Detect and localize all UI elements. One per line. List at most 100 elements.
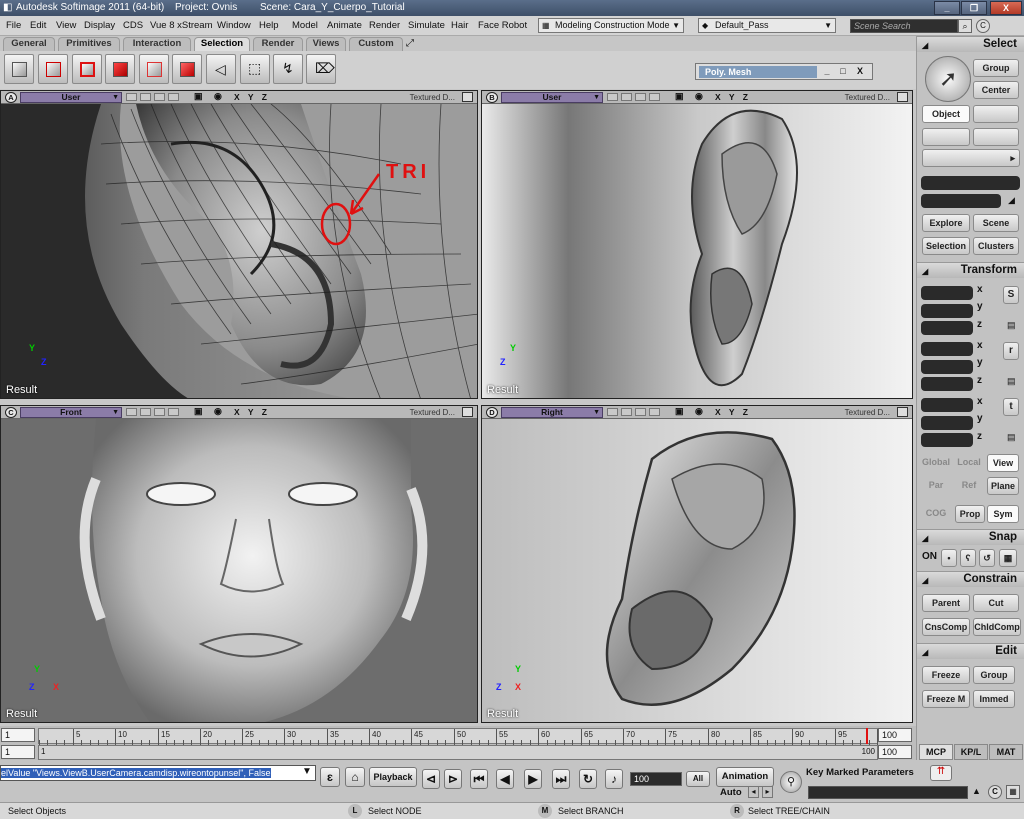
script-editor-icon[interactable]: ɛ [320, 767, 340, 787]
viewport-c[interactable]: C Front ▼ ▣ ◉ X Y Z Textured D... Y Z X R… [0, 405, 478, 723]
scale-x-field[interactable] [921, 286, 973, 300]
viewport-a-axes[interactable]: X Y Z [234, 92, 270, 102]
rotate-z-field[interactable] [921, 377, 973, 391]
translate-z-label[interactable]: z [977, 431, 982, 442]
timeline-ruler[interactable]: 5 10 15 20 25 30 35 40 45 50 55 60 65 70 75 80 85 90 95 [38, 728, 878, 745]
camera-icon[interactable]: ▣ [675, 406, 684, 417]
scale-y-field[interactable] [921, 304, 973, 318]
translate-x-field[interactable] [921, 398, 973, 412]
menu-render[interactable]: Render [369, 20, 400, 31]
parent-button[interactable]: Parent [922, 594, 970, 612]
viewport-c-display-mode[interactable]: Textured D... [410, 408, 455, 417]
menu-face-robot[interactable]: Face Robot [478, 20, 527, 31]
clear-search-icon[interactable]: C [976, 19, 990, 33]
viewport-d-memo-2[interactable] [621, 408, 632, 416]
minimize-button[interactable]: _ [934, 1, 960, 15]
chevron-down-icon[interactable]: ▼ [302, 766, 312, 777]
menu-model[interactable]: Model [292, 20, 318, 31]
audio-icon[interactable]: ♪ [605, 769, 623, 789]
viewport-b-memo-1[interactable] [607, 93, 618, 101]
select-raycast-tool[interactable] [139, 54, 169, 84]
menu-file[interactable]: File [6, 20, 21, 31]
ref-button[interactable]: Ref [953, 477, 985, 495]
maximize-button[interactable]: ❐ [961, 1, 987, 15]
freeze-button[interactable]: Freeze [922, 666, 970, 684]
viewport-b-camera-menu[interactable]: User ▼ [501, 92, 603, 103]
edit-section-header[interactable]: ◢ Edit [917, 643, 1024, 659]
tab-render[interactable]: Render [253, 37, 303, 51]
rotate-y-field[interactable] [921, 360, 973, 374]
select-object-tool[interactable] [4, 54, 34, 84]
rotate-z-label[interactable]: z [977, 375, 982, 386]
group-select-button[interactable]: Group [973, 59, 1019, 77]
select-freeform-tool[interactable]: ⌦ [306, 54, 336, 84]
viewport-d[interactable]: D Right ▼ ▣ ◉ X Y Z Textured D... Y Z X R… [481, 405, 913, 723]
select-arrow-tool[interactable]: ◁ [206, 54, 236, 84]
viewport-c-memo-3[interactable] [154, 408, 165, 416]
eye-icon[interactable]: ◉ [214, 406, 222, 417]
translate-x-label[interactable]: x [977, 396, 983, 407]
viewport-a-memo-4[interactable] [168, 93, 179, 101]
translate-y-label[interactable]: y [977, 413, 983, 424]
viewport-a-memo-2[interactable] [140, 93, 151, 101]
group-button[interactable]: Group [973, 666, 1015, 684]
menu-animate[interactable]: Animate [327, 20, 362, 31]
viewport-a-memo-3[interactable] [154, 93, 165, 101]
loop-icon[interactable]: ↻ [579, 769, 597, 789]
snap-curves-icon[interactable]: ʕ [960, 549, 976, 567]
viewport-b-memo-4[interactable] [649, 93, 660, 101]
pass-dropdown[interactable]: ◆ Default_Pass ▼ [698, 18, 836, 33]
select-filter-2[interactable] [973, 128, 1019, 146]
scale-y-label[interactable]: y [977, 301, 983, 312]
sym-button[interactable]: Sym [987, 505, 1019, 523]
menu-edit[interactable]: Edit [30, 20, 46, 31]
menu-window[interactable]: Window [217, 20, 251, 31]
menu-simulate[interactable]: Simulate [408, 20, 445, 31]
viewport-c-memo-2[interactable] [140, 408, 151, 416]
timeline-range-end-field[interactable]: 100 [878, 745, 912, 759]
immed-button[interactable]: Immed [973, 690, 1015, 708]
grid-icon[interactable]: ▦ [1006, 785, 1020, 799]
prev-key-icon[interactable]: ⊲ [422, 769, 440, 789]
par-button[interactable]: Par [919, 477, 953, 495]
snap-section-header[interactable]: ◢ Snap [917, 529, 1024, 545]
search-icon[interactable]: ⌕ [958, 19, 972, 33]
select-rectangle-tool[interactable]: ⬚ [240, 54, 270, 84]
menu-view[interactable]: View [56, 20, 76, 31]
key-icon[interactable]: ⚲ [780, 771, 802, 793]
maximize-icon[interactable] [897, 407, 908, 417]
command-line[interactable]: elValue "Views.ViewB.UserCamera.camdisp.… [0, 765, 316, 781]
rotate-menu-icon[interactable]: ▤ [1007, 376, 1016, 387]
viewport-a-display-mode[interactable]: Textured D... [410, 93, 455, 102]
global-button[interactable]: Global [919, 454, 953, 472]
scale-menu-icon[interactable]: ▤ [1007, 320, 1016, 331]
select-filter-more[interactable]: ▸ [922, 149, 1020, 167]
scale-z-field[interactable] [921, 321, 973, 335]
viewport-d-memo-3[interactable] [635, 408, 646, 416]
tab-custom[interactable]: Custom [349, 37, 403, 51]
viewport-c-memo-4[interactable] [168, 408, 179, 416]
viewport-b-axes[interactable]: X Y Z [715, 92, 751, 102]
viewport-b-memo-2[interactable] [621, 93, 632, 101]
select-arrow-button[interactable]: ➚ [925, 56, 971, 102]
cut-button[interactable]: Cut [973, 594, 1019, 612]
maximize-icon[interactable] [462, 407, 473, 417]
timeline-range-slider[interactable]: 1 100 [38, 745, 878, 760]
lock-icon[interactable]: ⌂ [345, 767, 365, 787]
translate-menu-icon[interactable]: ▤ [1007, 432, 1016, 443]
selection-field[interactable] [921, 176, 1020, 190]
snap-grid-icon[interactable]: ▦ [999, 549, 1017, 567]
selection-button[interactable]: Selection [922, 237, 970, 255]
minimize-icon[interactable]: _ [820, 66, 834, 78]
object-select-button[interactable]: Object [922, 105, 970, 123]
select-blank-button[interactable] [973, 105, 1019, 123]
prop-button[interactable]: Prop [955, 505, 985, 523]
animation-button[interactable]: Animation [716, 767, 774, 787]
translate-z-field[interactable] [921, 433, 973, 447]
camera-icon[interactable]: ▣ [194, 406, 203, 417]
tab-mcp[interactable]: MCP [919, 744, 953, 760]
viewport-b-memo-3[interactable] [635, 93, 646, 101]
timeline-playhead[interactable] [866, 728, 868, 744]
menu-hair[interactable]: Hair [451, 20, 468, 31]
transform-section-header[interactable]: ◢ Transform [917, 262, 1024, 278]
